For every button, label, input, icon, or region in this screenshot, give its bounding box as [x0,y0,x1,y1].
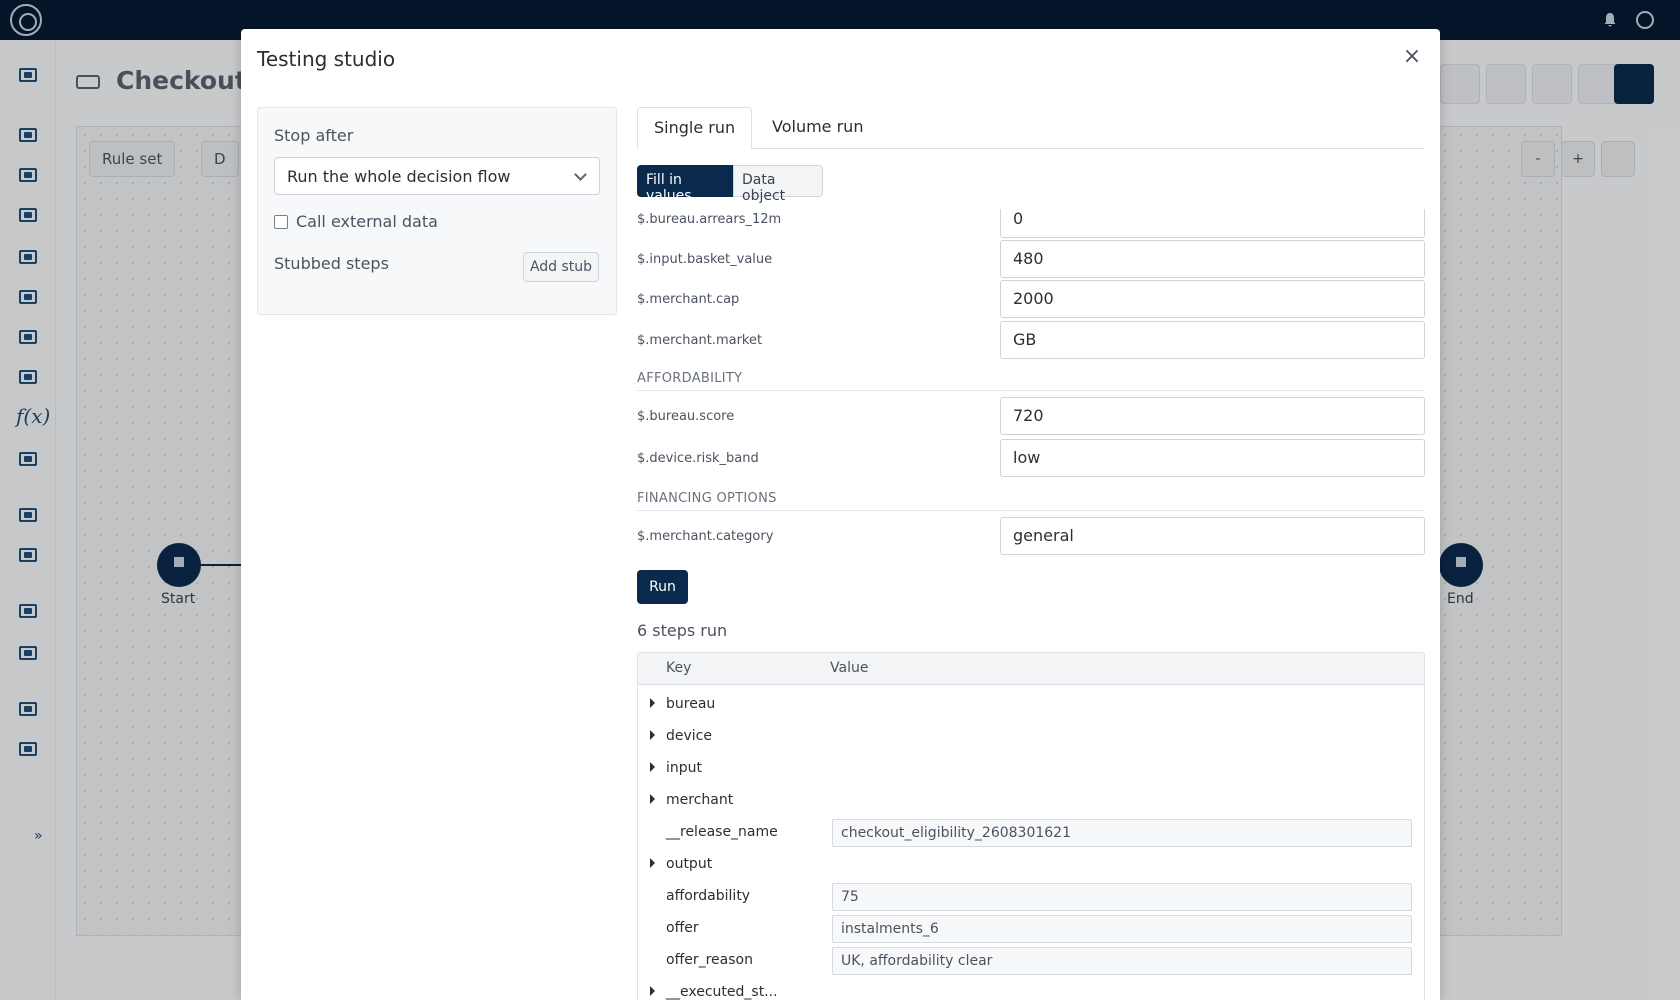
input-fields: $.bureau.arrears_12m 0 $.input.basket_va… [637,209,1425,562]
value-column-header: Value [830,660,869,676]
field-label: $.device.risk_band [637,451,759,466]
run-settings-panel: Stop after Run the whole decision flow C… [257,107,617,315]
row-value: checkout_eligibility_2608301621 [832,819,1412,847]
caret-right-icon[interactable] [650,858,655,868]
data-object-toggle[interactable]: Data object [733,165,823,204]
row-key: merchant [666,792,734,808]
table-row[interactable]: __executed_st... [638,976,1424,1000]
field-input[interactable]: 0 [1000,209,1425,238]
caret-right-icon[interactable] [650,730,655,740]
tab-volume-run[interactable]: Volume run [756,107,879,149]
table-row[interactable]: output [638,848,1424,880]
field-input[interactable]: GB [1000,321,1425,359]
row-key: output [666,856,713,872]
field-input[interactable]: 720 [1000,397,1425,435]
row-key: bureau [666,696,716,712]
row-key: offer [666,920,699,936]
row-key: affordability [666,888,751,904]
result-table-header: Key Value [638,653,1424,685]
table-row: __release_name checkout_eligibility_26083… [638,816,1424,848]
row-key: __release_name [666,824,778,840]
row-key: __executed_st... [666,984,778,1000]
section-financing-options: FINANCING OPTIONS [637,491,1425,511]
table-row: offer_reason UK, affordability clear [638,944,1424,976]
field-input[interactable]: general [1000,517,1425,555]
row-key: device [666,728,712,744]
table-row[interactable]: bureau [638,688,1424,720]
caret-right-icon[interactable] [650,762,655,772]
run-tabs: Single run Volume run [637,107,1425,150]
table-row[interactable]: input [638,752,1424,784]
modal-title: Testing studio [257,47,396,71]
steps-run-count: 6 steps run [637,621,728,640]
table-row: affordability 75 [638,880,1424,912]
run-button[interactable]: Run [637,570,688,604]
section-affordability: AFFORDABILITY [637,371,1425,391]
table-row[interactable]: merchant [638,784,1424,816]
close-icon[interactable]: × [1400,45,1424,69]
field-input[interactable]: low [1000,439,1425,477]
add-stub-button[interactable]: Add stub [523,252,599,282]
row-key: input [666,760,703,776]
field-label: $.bureau.score [637,409,735,424]
field-label: $.input.basket_value [637,252,773,267]
field-input[interactable]: 480 [1000,240,1425,278]
field-label: $.merchant.market [637,333,763,348]
field-label: $.merchant.category [637,529,774,544]
chevron-down-icon [574,168,587,181]
caret-right-icon[interactable] [650,794,655,804]
call-external-data-checkbox[interactable] [274,215,288,229]
stubbed-steps-label: Stubbed steps [274,254,389,273]
row-key: offer_reason [666,952,753,968]
stop-after-select[interactable]: Run the whole decision flow [274,157,600,195]
caret-right-icon[interactable] [650,698,655,708]
fill-in-values-toggle[interactable]: Fill in values [637,165,733,204]
testing-studio-modal: Testing studio × Stop after Run the whol… [241,29,1440,1000]
caret-right-icon[interactable] [650,986,655,996]
tab-single-run[interactable]: Single run [637,107,753,150]
result-table: Key Value bureau device input merchant __rel… [637,652,1425,1000]
stop-after-label: Stop after [274,126,354,145]
field-label: $.bureau.arrears_12m [637,212,782,227]
row-value: UK, affordability clear [832,947,1412,975]
call-external-data-label: Call external data [296,212,438,231]
field-input[interactable]: 2000 [1000,280,1425,318]
table-row: offer instalments_6 [638,912,1424,944]
table-row[interactable]: device [638,720,1424,752]
row-value: instalments_6 [832,915,1412,943]
field-label: $.merchant.cap [637,292,740,307]
row-value: 75 [832,883,1412,911]
key-column-header: Key [666,660,692,676]
